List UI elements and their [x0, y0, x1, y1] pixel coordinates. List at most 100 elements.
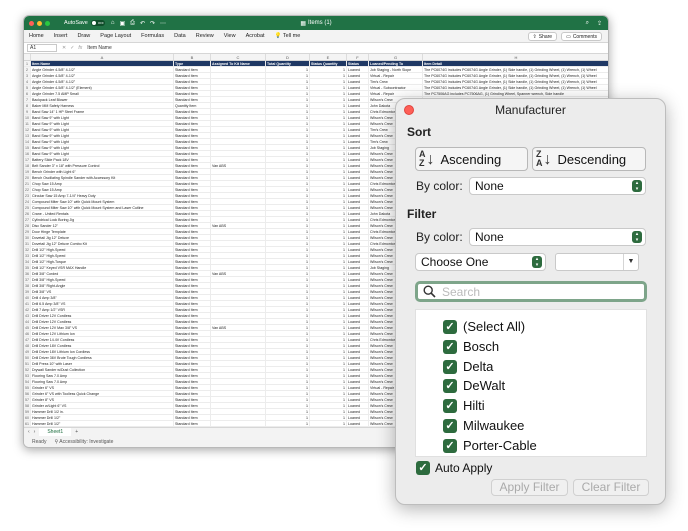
row-number[interactable]: 49 [24, 349, 31, 354]
cell-assigned-kit[interactable] [211, 103, 266, 108]
cell-status-quantity[interactable]: 1 [310, 157, 347, 162]
cell-total-quantity[interactable]: 1 [266, 193, 310, 198]
cell-type[interactable]: Standard Item [174, 343, 211, 348]
cell-status-quantity[interactable]: 1 [310, 277, 347, 282]
apply-filter-button[interactable]: Apply Filter [491, 479, 568, 496]
cell-status[interactable]: Loaned [347, 397, 369, 402]
cell-status-quantity[interactable]: 1 [310, 415, 347, 420]
row-number[interactable]: 45 [24, 325, 31, 330]
cell-status[interactable]: Loaned [347, 259, 369, 264]
cell-assigned-kit[interactable] [211, 115, 266, 120]
cell-item-name[interactable]: Drill Driver 36V Brute Tough Cordless [31, 355, 174, 360]
cell-status-quantity[interactable]: 1 [310, 73, 347, 78]
cell-assigned-kit[interactable] [211, 361, 266, 366]
cell-type[interactable]: Standard Item [174, 193, 211, 198]
cell-status[interactable]: Loaned [347, 121, 369, 126]
cell-loaned-to[interactable]: Virtual - Repair [369, 91, 423, 96]
cell-assigned-kit[interactable] [211, 241, 266, 246]
cell-total-quantity[interactable]: 1 [266, 391, 310, 396]
cell-item-name[interactable]: Band Saw 9" with Light [31, 139, 174, 144]
cell-total-quantity[interactable]: 1 [266, 175, 310, 180]
checkbox-checked-icon[interactable]: ✓ [443, 398, 457, 413]
row-number[interactable]: 18 [24, 163, 31, 168]
cell-type[interactable]: Standard Item [174, 97, 211, 102]
row-number[interactable]: 32 [24, 247, 31, 252]
row-number[interactable]: 12 [24, 127, 31, 132]
header-type[interactable]: Type [174, 61, 211, 66]
cell-total-quantity[interactable]: 1 [266, 253, 310, 258]
cell-assigned-kit[interactable] [211, 67, 266, 72]
column-header-f[interactable]: F [347, 54, 369, 60]
cell-status-quantity[interactable]: 1 [310, 163, 347, 168]
cell-total-quantity[interactable]: 1 [266, 379, 310, 384]
cell-item-name[interactable]: Compound Miter Saw 10" with Quick Mount … [31, 205, 174, 210]
cell-type[interactable]: Standard Item [174, 349, 211, 354]
cell-item-name[interactable]: Battery Slide Pack 18V [31, 157, 174, 162]
header-assigned-kit[interactable]: Assigned To Kit Name [211, 61, 266, 66]
row-number[interactable]: 60 [24, 415, 31, 420]
column-header-g[interactable]: G [369, 54, 423, 60]
header-loaned-to[interactable]: Loaned/Pending To [369, 61, 423, 66]
cell-assigned-kit[interactable] [211, 91, 266, 96]
list-item-delta[interactable]: ✓ Delta [443, 359, 493, 374]
cell-status[interactable]: Loaned [347, 421, 369, 426]
row-number[interactable]: 24 [24, 199, 31, 204]
cell-assigned-kit[interactable]: Van ABS [211, 163, 266, 168]
cell-assigned-kit[interactable] [211, 181, 266, 186]
cell-total-quantity[interactable]: 1 [266, 301, 310, 306]
cell-status-quantity[interactable]: 1 [310, 319, 347, 324]
cell-assigned-kit[interactable] [211, 415, 266, 420]
row-number[interactable]: 56 [24, 391, 31, 396]
cell-type[interactable]: Standard Item [174, 85, 211, 90]
row-number[interactable]: 21 [24, 181, 31, 186]
print-icon[interactable]: ⎙ [130, 20, 135, 27]
cell-total-quantity[interactable]: 1 [266, 67, 310, 72]
cell-status[interactable]: Loaned [347, 379, 369, 384]
cell-status-quantity[interactable]: 1 [310, 175, 347, 180]
cell-item-name[interactable]: Angle Grinder 7.5 AMP Small [31, 91, 174, 96]
cell-total-quantity[interactable]: 1 [266, 205, 310, 210]
clear-filter-button[interactable]: Clear Filter [573, 479, 649, 496]
cell-item-name[interactable]: Drill Driver 14.4V Cordless [31, 337, 174, 342]
cell-status[interactable]: Loaned [347, 85, 369, 90]
cell-type[interactable]: Standard Item [174, 265, 211, 270]
cell-type[interactable]: Standard Item [174, 157, 211, 162]
cell-status-quantity[interactable]: 1 [310, 325, 347, 330]
cell-item-name[interactable]: Cylindrical Lock Boring Jig [31, 217, 174, 222]
cell-assigned-kit[interactable] [211, 133, 266, 138]
cell-status-quantity[interactable]: 1 [310, 403, 347, 408]
cell-type[interactable]: Standard Item [174, 145, 211, 150]
cell-type[interactable]: Standard Item [174, 247, 211, 252]
cell-status-quantity[interactable]: 1 [310, 349, 347, 354]
cell-item-name[interactable]: Drill 3/8" VS [31, 289, 174, 294]
cell-status[interactable]: Loaned [347, 169, 369, 174]
cell-type[interactable]: Standard Item [174, 91, 211, 96]
cell-item-name[interactable]: Baker MM Safety Harness [31, 103, 174, 108]
cell-total-quantity[interactable]: 1 [266, 277, 310, 282]
cell-type[interactable]: Standard Item [174, 187, 211, 192]
cell-item-name[interactable]: Compound Miter Saw 10" with Quick Mount … [31, 199, 174, 204]
cell-status-quantity[interactable]: 1 [310, 289, 347, 294]
cell-item-name[interactable]: Drill 3/8" Right-Angle [31, 283, 174, 288]
cell-item-name[interactable]: Drill Press 10" with Laser [31, 361, 174, 366]
cell-status[interactable]: Loaned [347, 91, 369, 96]
cell-assigned-kit[interactable] [211, 397, 266, 402]
header-item-name[interactable]: Item Name [31, 61, 174, 66]
cell-assigned-kit[interactable] [211, 85, 266, 90]
cell-assigned-kit[interactable] [211, 379, 266, 384]
cell-status[interactable]: Loaned [347, 103, 369, 108]
row-number[interactable]: 1 [24, 61, 31, 66]
cell-item-name[interactable]: Bench Grinder with Light 6" [31, 169, 174, 174]
cell-type[interactable]: Standard Item [174, 283, 211, 288]
cell-status-quantity[interactable]: 1 [310, 109, 347, 114]
cell-total-quantity[interactable]: 1 [266, 397, 310, 402]
cell-status[interactable]: Loaned [347, 415, 369, 420]
cell-total-quantity[interactable]: 1 [266, 157, 310, 162]
checkbox-checked-icon[interactable]: ✓ [443, 378, 457, 393]
cell-status-quantity[interactable]: 1 [310, 379, 347, 384]
cell-status-quantity[interactable]: 1 [310, 151, 347, 156]
tab-data[interactable]: Data [174, 33, 186, 39]
accessibility-status[interactable]: ⚲ Accessibility: Investigate [54, 439, 113, 445]
cell-assigned-kit[interactable] [211, 169, 266, 174]
cell-total-quantity[interactable]: 1 [266, 265, 310, 270]
